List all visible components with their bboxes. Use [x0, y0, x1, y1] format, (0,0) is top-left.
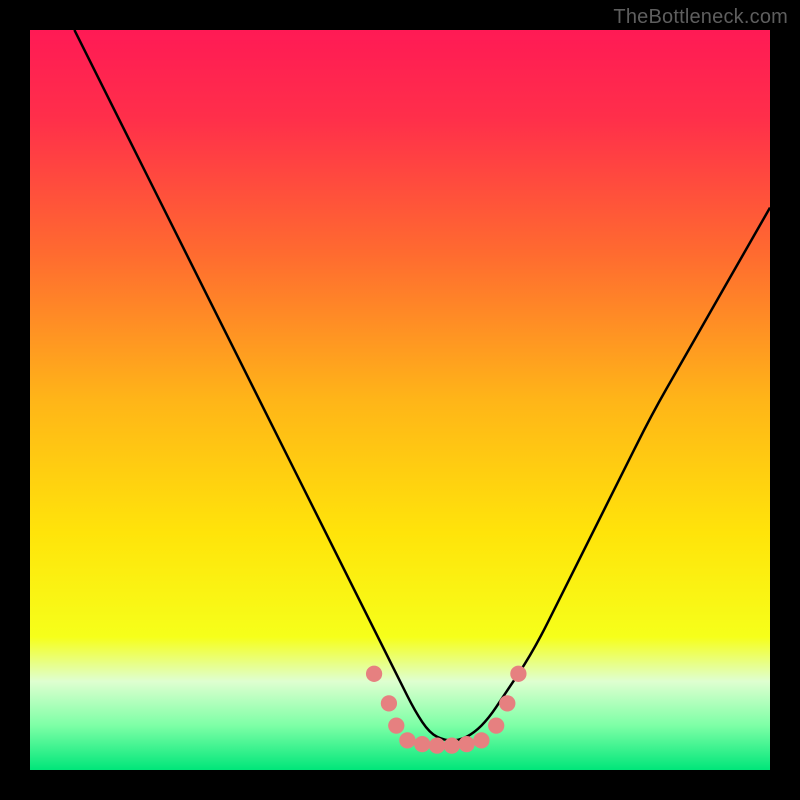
trough-marker: [458, 736, 474, 752]
trough-marker: [399, 732, 415, 748]
trough-marker: [429, 737, 445, 753]
trough-marker: [381, 695, 397, 711]
trough-marker: [473, 732, 489, 748]
trough-marker: [414, 736, 430, 752]
trough-marker: [444, 737, 460, 753]
trough-marker: [488, 717, 504, 733]
plot-svg: [30, 30, 770, 770]
plot-area: [30, 30, 770, 770]
trough-marker: [366, 666, 382, 682]
trough-marker: [510, 666, 526, 682]
chart-frame: TheBottleneck.com: [0, 0, 800, 800]
watermark-text: TheBottleneck.com: [613, 6, 788, 29]
trough-marker: [388, 717, 404, 733]
trough-marker: [499, 695, 515, 711]
